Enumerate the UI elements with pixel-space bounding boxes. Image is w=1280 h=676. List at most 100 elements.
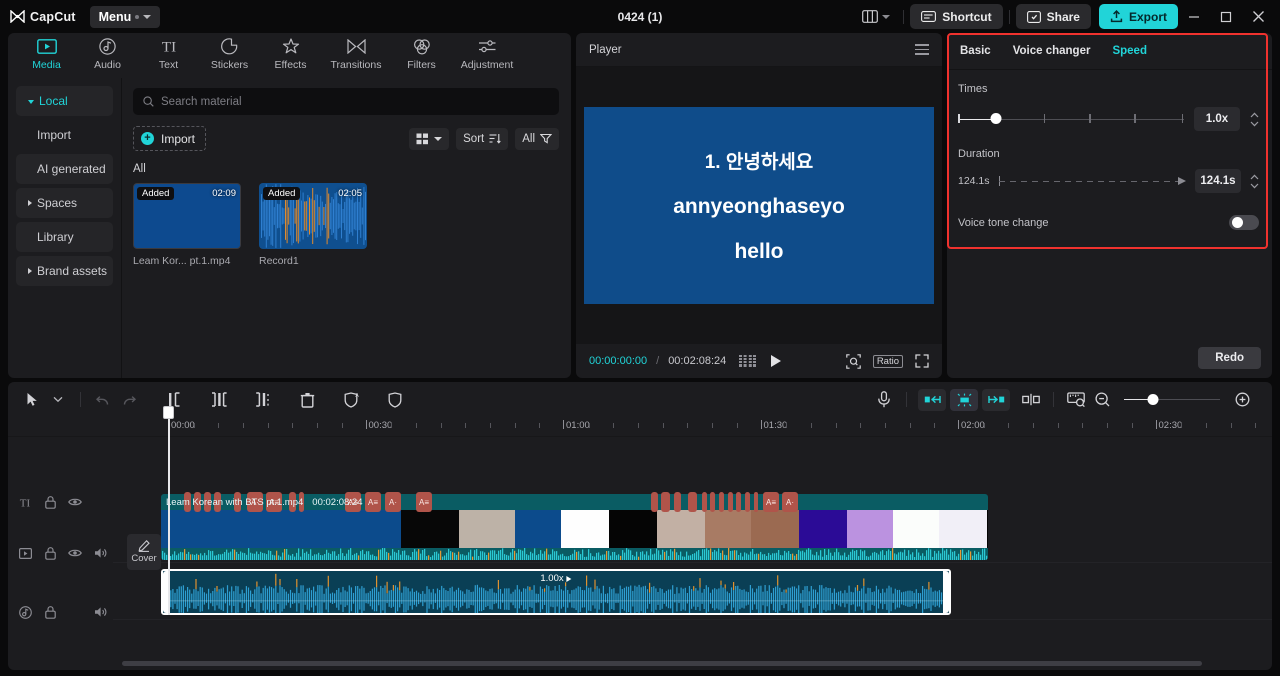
lock-icon[interactable]	[43, 495, 57, 509]
zoom-slider[interactable]	[1124, 393, 1220, 406]
slider-handle[interactable]	[990, 113, 1002, 124]
keyframe-prev-icon[interactable]	[918, 388, 946, 411]
media-item-audio[interactable]: Added 02:05 Record1	[259, 183, 367, 267]
text-clip[interactable]	[702, 492, 707, 512]
sidebar-item-spaces[interactable]: Spaces	[16, 188, 113, 218]
media-thumbnail[interactable]: Added 02:05	[259, 183, 367, 249]
keyframe-next-icon[interactable]	[982, 388, 1010, 411]
hamburger-icon[interactable]	[915, 44, 929, 55]
ai-shield-icon[interactable]: AI	[338, 387, 364, 413]
text-clip[interactable]: A≡	[416, 492, 432, 512]
text-clip[interactable]	[728, 492, 733, 512]
media-item-video[interactable]: Added 02:09 Leam Kor... pt.1.mp4	[131, 181, 243, 267]
tab-audio[interactable]: Audio	[77, 33, 138, 71]
timeline-horizontal-scrollbar[interactable]	[122, 661, 1202, 666]
search-input[interactable]: Search material	[133, 88, 559, 115]
text-clip[interactable]	[754, 492, 758, 512]
redo-icon[interactable]	[116, 387, 142, 413]
tab-filters[interactable]: Filters	[391, 33, 452, 71]
filter-button[interactable]: All	[515, 127, 559, 150]
minimize-button[interactable]	[1178, 1, 1210, 33]
layout-button[interactable]	[855, 5, 897, 29]
undo-icon[interactable]	[90, 387, 116, 413]
audio-clip-right-handle[interactable]	[943, 571, 949, 613]
sidebar-item-ai-generated[interactable]: AI generated	[16, 154, 113, 184]
ruler-tick	[860, 423, 862, 428]
voice-tone-toggle[interactable]	[1229, 215, 1259, 230]
text-clip[interactable]: A·	[782, 492, 798, 512]
split-icon[interactable]	[206, 387, 232, 413]
shield-icon[interactable]	[382, 387, 408, 413]
playhead[interactable]	[163, 406, 174, 615]
tab-speed[interactable]: Speed	[1112, 45, 1147, 57]
lock-icon[interactable]	[43, 605, 57, 619]
sidebar-item-brand-assets[interactable]: Brand assets	[16, 256, 113, 286]
audio-speed-label[interactable]: 1.00x	[540, 573, 572, 584]
shortcut-button[interactable]: Shortcut	[910, 4, 1003, 29]
duration-value-input[interactable]: 124.1s	[1195, 169, 1241, 193]
sidebar-item-import[interactable]: Import	[16, 120, 113, 150]
text-clip[interactable]	[688, 492, 697, 512]
volume-icon[interactable]	[93, 546, 107, 560]
crop-icon[interactable]	[846, 353, 861, 369]
volume-icon[interactable]	[93, 605, 107, 619]
text-clip[interactable]: A≡	[763, 492, 779, 512]
grid-view-button[interactable]	[409, 127, 450, 150]
text-clip[interactable]	[661, 492, 670, 512]
zoom-in-icon[interactable]	[1229, 387, 1255, 413]
times-value-input[interactable]: 1.0x	[1194, 107, 1240, 131]
quality-icon[interactable]	[739, 355, 757, 367]
select-arrow-icon[interactable]	[19, 387, 45, 413]
menu-button[interactable]: Menu	[89, 5, 161, 28]
text-clip[interactable]	[736, 492, 741, 512]
sidebar-item-library[interactable]: Library	[16, 222, 113, 252]
fullscreen-icon[interactable]	[915, 354, 929, 368]
lock-icon[interactable]	[43, 546, 57, 560]
text-clip[interactable]	[710, 492, 715, 512]
audio-clip[interactable]: 1.00x	[161, 569, 951, 615]
slider-handle[interactable]	[1147, 393, 1159, 405]
text-clip[interactable]	[719, 492, 724, 512]
text-clip[interactable]: A·	[385, 492, 401, 512]
play-icon[interactable]	[771, 355, 782, 367]
zoom-out-icon[interactable]	[1089, 387, 1115, 413]
tab-media[interactable]: Media	[16, 33, 77, 71]
tab-voice-changer[interactable]: Voice changer	[1013, 45, 1091, 57]
trim-right-icon[interactable]	[250, 387, 276, 413]
tab-adjustment[interactable]: Adjustment	[452, 33, 522, 71]
delete-icon[interactable]	[294, 387, 320, 413]
fit-to-screen-icon[interactable]	[1063, 387, 1089, 413]
cover-button[interactable]: Cover	[127, 534, 161, 570]
timeline-ruler[interactable]: 00:00 00:30 01:00 01:30 02:00 02:30	[8, 417, 1272, 437]
tab-text[interactable]: TI Text	[138, 33, 199, 72]
close-button[interactable]	[1242, 1, 1274, 33]
marker-icon[interactable]	[1018, 387, 1044, 413]
text-clip[interactable]	[745, 492, 750, 512]
sort-button[interactable]: Sort	[456, 127, 509, 150]
duration-stepper[interactable]	[1250, 174, 1259, 189]
share-button[interactable]: Share	[1015, 4, 1091, 29]
eye-icon[interactable]	[68, 495, 82, 509]
times-slider[interactable]	[958, 111, 1184, 127]
tab-basic[interactable]: Basic	[960, 45, 991, 57]
times-stepper[interactable]	[1250, 112, 1259, 127]
tab-effects[interactable]: Effects	[260, 33, 321, 71]
text-clip[interactable]	[651, 492, 658, 512]
eye-icon[interactable]	[68, 546, 82, 560]
media-thumbnail[interactable]: Added 02:09	[131, 181, 243, 251]
ratio-button[interactable]: Ratio	[872, 354, 903, 368]
sidebar-item-local[interactable]: Local	[16, 86, 113, 116]
microphone-icon[interactable]	[871, 387, 897, 413]
redo-button[interactable]: Redo	[1198, 347, 1261, 369]
playhead-handle[interactable]	[163, 406, 174, 419]
select-dropdown-button[interactable]	[45, 387, 71, 413]
maximize-button[interactable]	[1210, 1, 1242, 33]
keyframe-add-icon[interactable]	[950, 388, 978, 411]
tab-stickers[interactable]: Stickers	[199, 33, 260, 71]
tab-transitions[interactable]: Transitions	[321, 33, 391, 71]
export-button[interactable]: Export	[1098, 4, 1178, 29]
video-clip[interactable]: Leam Korean with BTS pt.1.mp4 00:02:08:2…	[161, 494, 988, 560]
ruler-tick	[1131, 423, 1133, 428]
text-clip[interactable]	[674, 492, 681, 512]
import-button[interactable]: + Import	[133, 126, 207, 151]
